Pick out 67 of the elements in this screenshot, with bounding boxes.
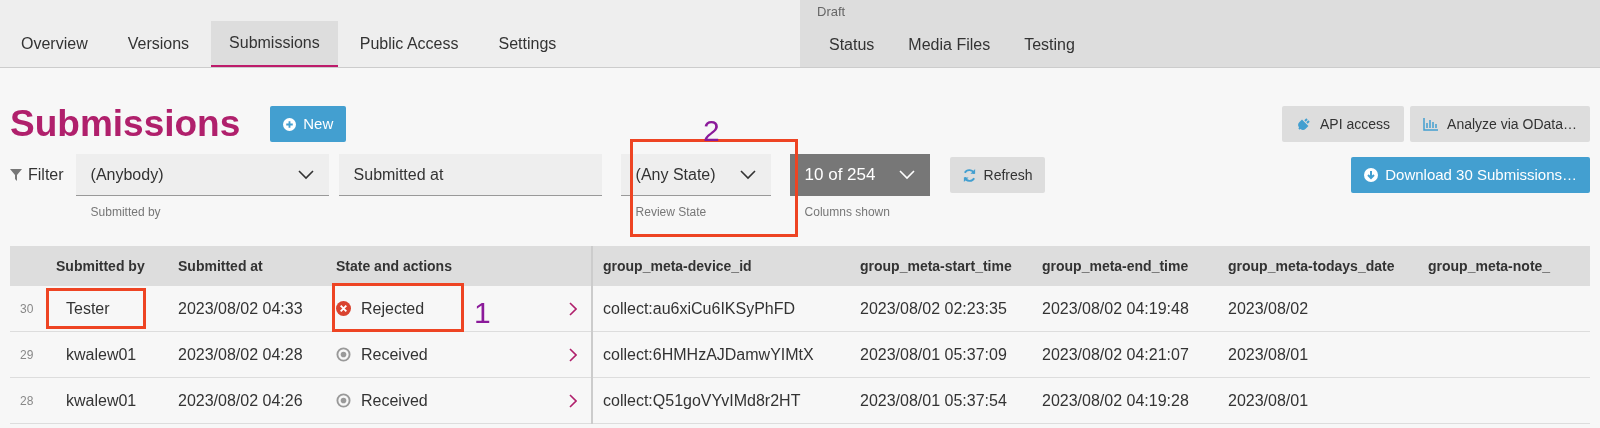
bar-chart-icon [1423, 117, 1440, 131]
table-cell-text: 2023/08/02 [1227, 298, 1310, 319]
nav-tab[interactable]: Submissions [211, 21, 338, 67]
chevron-down-icon [898, 170, 915, 180]
table-cell: 2023/08/02 04:33 [178, 299, 303, 317]
chevron-right-icon[interactable] [569, 347, 577, 362]
column-header: Submitted by [55, 256, 146, 276]
nav-tab[interactable]: Media Files [891, 23, 1008, 67]
nav-tab[interactable]: Overview [3, 21, 106, 67]
table-cell-text: collect:6HMHzAJDamwYIMtX [602, 344, 815, 365]
table-cell-text: 2023/08/01 05:37:09 [859, 344, 1008, 365]
chevron-right-icon[interactable] [569, 301, 577, 316]
column-header: group_meta-start_time [859, 256, 1013, 276]
download-icon [1364, 168, 1379, 182]
nav-tab[interactable]: Settings [480, 21, 575, 67]
table-cell-text: 2023/08/02 04:21:07 [1041, 344, 1190, 365]
column-header: group_meta-todays_date [1227, 256, 1396, 276]
review-state: Received [361, 344, 428, 365]
field-caption: Columns shown [803, 204, 891, 221]
table-cell-text: 2023/08/02 04:19:48 [1041, 298, 1190, 319]
table-cell: Tester [66, 299, 110, 317]
field-caption: Review State [634, 204, 708, 221]
annotation-number: 2 [703, 113, 720, 149]
api-access-button[interactable]: API access [1282, 106, 1405, 142]
draft-label: Draft [816, 3, 847, 21]
field-caption: Submitted by [89, 204, 162, 221]
page-title: Submissions [10, 102, 241, 147]
chevron-down-icon [739, 169, 756, 180]
column-header: group_meta-end_time [1041, 256, 1190, 276]
analyze-odata-button[interactable]: Analyze via OData… [1410, 106, 1590, 142]
table-cell: kwalew01 [66, 345, 137, 363]
nav-tab[interactable]: Versions [109, 21, 208, 67]
table-cell: kwalew01 [66, 391, 137, 409]
table-cell-text: collect:Q51goVYvIMd8r2HT [602, 390, 802, 411]
table-cell: 2023/08/02 04:28 [178, 345, 303, 363]
nav-tab[interactable]: Testing [1007, 23, 1092, 67]
table-cell-text: 2023/08/02 02:23:35 [859, 298, 1008, 319]
review-state-select[interactable]: (Any State) [620, 154, 771, 196]
date-field[interactable]: Submitted at [338, 154, 602, 196]
column-header: Submitted at [177, 256, 264, 276]
table-cell: 2023/08/02 04:26 [178, 391, 303, 409]
column-header: State and actions [335, 256, 453, 276]
filter-label: Filter [28, 165, 64, 185]
submitter-select[interactable]: (Anybody) [75, 154, 329, 196]
table-cell-text: 2023/08/01 05:37:54 [859, 390, 1008, 411]
refresh-icon [961, 167, 977, 183]
table-cell-text: 2023/08/01 [1227, 390, 1310, 411]
annotation-number: 1 [474, 295, 491, 331]
review-state: Received [361, 390, 428, 411]
column-header: group_meta-note_ [1427, 256, 1552, 276]
plug-icon [1296, 116, 1312, 132]
nav-tab[interactable]: Public Access [341, 21, 477, 67]
row-number: 30 [19, 300, 35, 318]
row-number: 29 [19, 346, 35, 364]
table-cell-text: collect:au6xiCu6IKSyPhFD [602, 298, 797, 319]
nav-tab[interactable]: Status [812, 23, 892, 67]
chevron-right-icon[interactable] [569, 393, 577, 408]
row-number: 28 [19, 392, 35, 410]
table-cell-text: 2023/08/02 04:19:28 [1041, 390, 1190, 411]
filter-icon [10, 169, 22, 181]
review-state: Rejected [361, 298, 425, 319]
column-header: group_meta-device_id [602, 256, 753, 276]
columns-select[interactable]: 10 of 254 [789, 154, 930, 196]
table-cell-text: 2023/08/01 [1227, 344, 1310, 365]
plus-circle-icon [283, 117, 297, 131]
chevron-down-icon [297, 169, 314, 180]
refresh-button[interactable]: Refresh [949, 157, 1045, 193]
